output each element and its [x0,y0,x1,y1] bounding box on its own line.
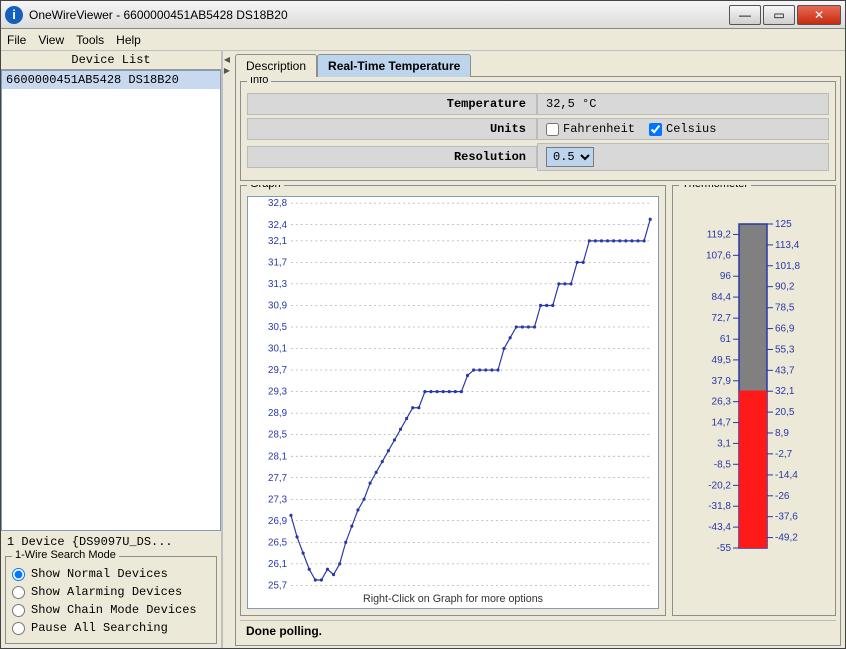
svg-text:37,9: 37,9 [712,376,732,387]
svg-text:32,1: 32,1 [775,386,795,397]
close-button[interactable]: ✕ [797,5,841,25]
status-bar: Done polling. [240,620,836,641]
svg-text:26,5: 26,5 [268,537,287,548]
menu-file[interactable]: File [7,33,26,47]
svg-text:26,3: 26,3 [712,397,732,408]
svg-text:32,1: 32,1 [268,236,287,247]
units-label: Units [247,118,537,140]
info-group: Info Temperature 32,5 °C Units Fahrenhei… [240,81,836,181]
thermometer-group: Thermometer 119,2 107,6 96 84,4 72,7 61 49,5 37… [672,185,836,616]
svg-text:61: 61 [720,334,732,345]
device-list[interactable]: 6600000451AB5428 DS18B20 [1,70,221,531]
svg-text:113,4: 113,4 [775,240,800,251]
menu-tools[interactable]: Tools [76,33,104,47]
svg-text:-49,2: -49,2 [775,533,798,544]
svg-text:25,7: 25,7 [268,580,287,591]
svg-text:43,7: 43,7 [775,365,795,376]
tab-content: Info Temperature 32,5 °C Units Fahrenhei… [235,76,841,646]
search-mode-group: 1-Wire Search Mode Show Normal Devices S… [5,556,217,644]
svg-text:30,1: 30,1 [268,343,287,354]
svg-text:31,7: 31,7 [268,257,287,268]
svg-text:28,9: 28,9 [268,408,287,419]
svg-text:-31,8: -31,8 [708,501,731,512]
svg-text:29,7: 29,7 [268,365,287,376]
radio-pause-search[interactable]: Pause All Searching [12,621,210,635]
svg-text:-20,2: -20,2 [708,480,731,491]
svg-text:14,7: 14,7 [712,418,732,429]
maximize-button[interactable]: ▭ [763,5,795,25]
graph-title: Graph [247,185,284,190]
temperature-label: Temperature [247,93,537,115]
svg-text:96: 96 [720,271,732,282]
tab-bar: Description Real-Time Temperature [231,53,841,76]
svg-text:-14,4: -14,4 [775,470,798,481]
svg-text:119,2: 119,2 [707,229,732,240]
svg-text:107,6: 107,6 [706,250,731,261]
device-list-header: Device List [1,51,221,70]
svg-text:32,4: 32,4 [268,220,287,231]
temperature-chart[interactable]: 32,8 32,4 32,1 31,7 31,3 30,9 30,5 30,1 29,7 29,3… [247,196,659,609]
tab-realtime-temp[interactable]: Real-Time Temperature [317,54,471,77]
radio-alarming-devices[interactable]: Show Alarming Devices [12,585,210,599]
svg-text:26,1: 26,1 [268,559,287,570]
radio-chain-mode[interactable]: Show Chain Mode Devices [12,603,210,617]
svg-text:Right-Click on Graph for more: Right-Click on Graph for more options [363,593,544,605]
svg-text:30,9: 30,9 [268,300,287,311]
app-icon: i [5,6,23,24]
svg-text:84,4: 84,4 [712,292,732,303]
svg-text:27,3: 27,3 [268,494,287,505]
svg-text:28,5: 28,5 [268,430,287,441]
panel-divider[interactable]: ◀ ▶ [223,51,231,648]
thermometer-gauge: 119,2 107,6 96 84,4 72,7 61 49,5 37,9 26,3 14,7 3,… [679,206,829,566]
svg-text:78,5: 78,5 [775,303,795,314]
svg-text:-43,4: -43,4 [708,522,731,533]
tab-description[interactable]: Description [235,54,317,77]
resolution-label: Resolution [247,146,537,168]
svg-text:49,5: 49,5 [712,355,732,366]
graph-group: Graph 32,8 32,4 32,1 31,7 31,3 30,9 30,5 30,1 29… [240,185,666,616]
svg-text:28,1: 28,1 [268,451,287,462]
titlebar: i OneWireViewer - 6600000451AB5428 DS18B… [1,1,845,29]
thermometer-title: Thermometer [679,185,751,190]
svg-text:26,9: 26,9 [268,516,287,527]
fahrenheit-checkbox[interactable]: Fahrenheit [546,122,635,136]
svg-text:55,3: 55,3 [775,344,795,355]
chevron-left-icon: ◀ [224,55,230,64]
window-title: OneWireViewer - 6600000451AB5428 DS18B20 [29,8,729,22]
search-mode-title: 1-Wire Search Mode [12,549,119,561]
svg-text:-55: -55 [717,543,732,554]
svg-text:125: 125 [775,219,792,230]
chevron-right-icon: ▶ [224,66,230,75]
svg-text:32,8: 32,8 [268,198,287,209]
svg-text:90,2: 90,2 [775,282,795,293]
svg-text:31,3: 31,3 [268,279,287,290]
svg-text:27,7: 27,7 [268,473,287,484]
device-list-item[interactable]: 6600000451AB5428 DS18B20 [2,71,220,89]
temperature-value: 32,5 °C [537,93,829,115]
menu-view[interactable]: View [38,33,64,47]
svg-text:101,8: 101,8 [775,261,800,272]
svg-text:72,7: 72,7 [712,313,732,324]
svg-text:29,3: 29,3 [268,386,287,397]
info-title: Info [247,76,271,86]
minimize-button[interactable]: — [729,5,761,25]
svg-text:-2,7: -2,7 [775,449,793,460]
radio-normal-devices[interactable]: Show Normal Devices [12,567,210,581]
left-panel: Device List 6600000451AB5428 DS18B20 1 D… [1,51,223,648]
menubar: File View Tools Help [1,29,845,51]
resolution-select[interactable]: 0.5 [546,147,594,167]
svg-text:30,5: 30,5 [268,322,287,333]
svg-text:-8,5: -8,5 [714,459,732,470]
svg-text:-37,6: -37,6 [775,512,798,523]
svg-text:8,9: 8,9 [775,428,789,439]
svg-text:-26: -26 [775,491,790,502]
svg-text:66,9: 66,9 [775,324,795,335]
celsius-checkbox[interactable]: Celsius [649,122,716,136]
svg-text:3,1: 3,1 [717,438,731,449]
menu-help[interactable]: Help [116,33,141,47]
svg-text:20,5: 20,5 [775,407,795,418]
